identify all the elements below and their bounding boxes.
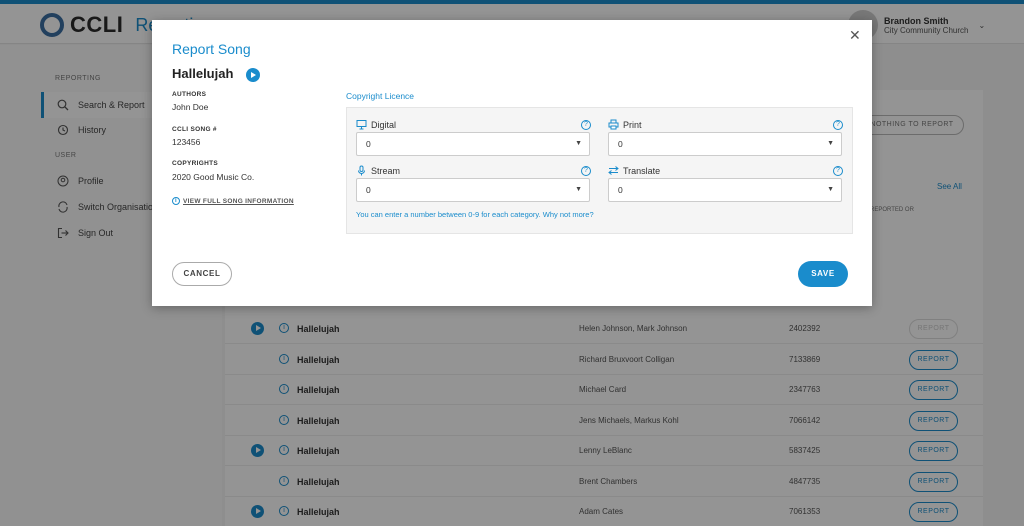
authors-value: John Doe bbox=[172, 102, 209, 112]
print-select[interactable]: 0 ▼ bbox=[608, 132, 842, 156]
modal-title: Report Song bbox=[172, 41, 251, 57]
report-song-modal: ✕ Report Song Hallelujah AUTHORS John Do… bbox=[152, 20, 872, 306]
print-label-text: Print bbox=[623, 119, 642, 130]
copyright-licence-title: Copyright Licence bbox=[346, 91, 415, 101]
digital-help-icon[interactable]: ? bbox=[581, 120, 591, 130]
stream-value: 0 bbox=[366, 185, 371, 195]
licence-categories-box: Digital ? 0 ▼ Print ? 0 ▼ Stream ? 0 ▼ T… bbox=[346, 107, 853, 234]
ccli-song-number-value: 123456 bbox=[172, 137, 201, 147]
view-full-label: VIEW FULL SONG INFORMATION bbox=[183, 197, 294, 205]
view-full-song-information-link[interactable]: i VIEW FULL SONG INFORMATION bbox=[172, 197, 294, 205]
digital-value: 0 bbox=[366, 139, 371, 149]
microphone-icon bbox=[358, 165, 365, 176]
translate-label-text: Translate bbox=[623, 165, 661, 176]
stream-select[interactable]: 0 ▼ bbox=[356, 178, 590, 202]
authors-label: AUTHORS bbox=[172, 91, 207, 98]
category-hint-text[interactable]: You can enter a number between 0-9 for e… bbox=[356, 210, 594, 219]
translate-help-icon[interactable]: ? bbox=[833, 166, 843, 176]
printer-icon bbox=[608, 119, 619, 130]
translate-value: 0 bbox=[618, 185, 623, 195]
play-icon[interactable] bbox=[246, 68, 260, 82]
stream-label-text: Stream bbox=[371, 165, 401, 176]
dropdown-arrow-icon: ▼ bbox=[827, 140, 834, 147]
dropdown-arrow-icon: ▼ bbox=[575, 186, 582, 193]
swap-arrows-icon bbox=[608, 166, 619, 175]
dropdown-arrow-icon: ▼ bbox=[575, 140, 582, 147]
stream-help-icon[interactable]: ? bbox=[581, 166, 591, 176]
digital-select[interactable]: 0 ▼ bbox=[356, 132, 590, 156]
digital-label: Digital bbox=[356, 119, 396, 130]
print-value: 0 bbox=[618, 139, 623, 149]
song-title: Hallelujah bbox=[172, 66, 234, 81]
dropdown-arrow-icon: ▼ bbox=[827, 186, 834, 193]
print-label: Print bbox=[608, 119, 642, 130]
ccli-song-number-label: CCLI SONG # bbox=[172, 126, 217, 133]
print-help-icon[interactable]: ? bbox=[833, 120, 843, 130]
cancel-button[interactable]: CANCEL bbox=[172, 262, 232, 286]
translate-label: Translate bbox=[608, 165, 660, 176]
translate-select[interactable]: 0 ▼ bbox=[608, 178, 842, 202]
digital-label-text: Digital bbox=[371, 119, 397, 130]
save-button[interactable]: SAVE bbox=[798, 261, 848, 287]
monitor-icon bbox=[356, 120, 367, 130]
info-icon: i bbox=[172, 197, 180, 205]
copyrights-value: 2020 Good Music Co. bbox=[172, 172, 255, 182]
close-icon[interactable]: ✕ bbox=[849, 27, 861, 44]
copyrights-label: COPYRIGHTS bbox=[172, 160, 218, 167]
stream-label: Stream bbox=[356, 165, 400, 176]
